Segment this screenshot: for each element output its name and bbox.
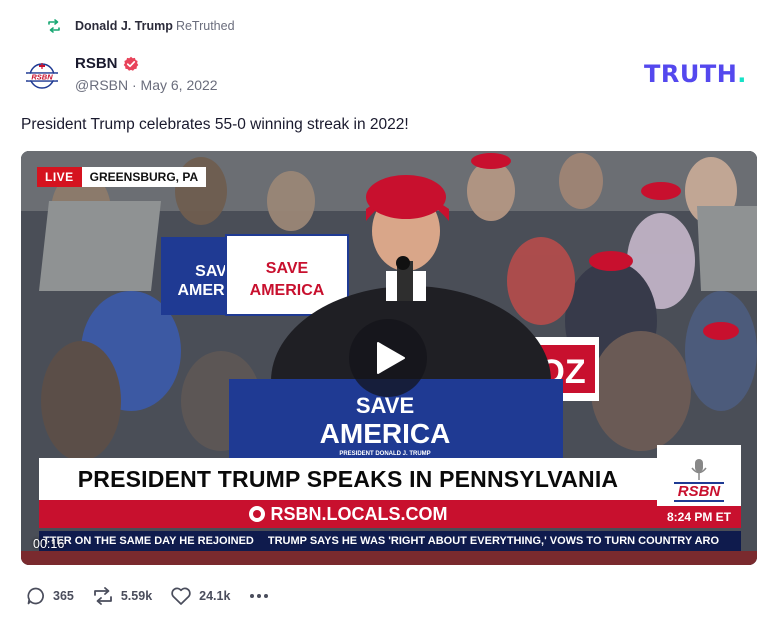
ticker-item-1: TTER ON THE SAME DAY HE REJOINED <box>43 535 254 547</box>
retruth-header: Donald J. Trump ReTruthed <box>46 18 235 34</box>
svg-text:AMER: AMER <box>177 282 225 299</box>
post-actions: 365 5.59k 24.1k <box>26 586 288 606</box>
post-author: RSBN @RSBN · May 6, 2022 <box>75 55 218 93</box>
sign-america-text: AMERICA <box>250 282 325 299</box>
video-url-text: RSBN.LOCALS.COM <box>270 503 448 524</box>
live-tag: LIVE GREENSBURG, PA <box>37 167 207 187</box>
truth-logo-text: TRUTH <box>644 60 738 88</box>
truth-logo[interactable]: TRUTH. <box>644 60 747 88</box>
location-label: GREENSBURG, PA <box>81 167 207 187</box>
retruth-action-label: ReTruthed <box>175 19 235 33</box>
more-icon <box>250 594 269 598</box>
broadcast-time: 8:24 PM ET <box>657 506 741 528</box>
author-handle-date[interactable]: @RSBN · May 6, 2022 <box>75 77 218 93</box>
more-options-button[interactable] <box>248 586 270 606</box>
sign-save-text: SAVE <box>266 260 309 277</box>
comment-icon <box>27 587 44 605</box>
podium-line2: AMERICA <box>320 418 451 449</box>
video-player[interactable]: SAV AMER SAVE AMERICA OZ SAVE AMERICA PR… <box>21 151 757 565</box>
rsbn-video-logo: RSBN <box>657 445 741 506</box>
avatar[interactable]: RSBN <box>22 56 62 96</box>
locals-icon <box>248 506 265 522</box>
retruth-button[interactable]: 5.59k <box>92 586 152 606</box>
like-count: 24.1k <box>199 589 231 603</box>
rsbn-avatar-logo: RSBN <box>26 63 58 89</box>
retruth-icon <box>93 587 112 605</box>
video-timestamp: 00:16 <box>33 537 65 551</box>
play-button[interactable] <box>349 319 427 397</box>
author-name[interactable]: RSBN <box>75 55 118 72</box>
post-text: President Trump celebrates 55-0 winning … <box>21 116 409 133</box>
retruth-icon <box>48 19 60 33</box>
truth-logo-dot: . <box>737 60 747 88</box>
sign-blue-save-text: SAV <box>195 263 227 280</box>
ticker-item-2: TRUMP SAYS HE WAS 'RIGHT ABOUT EVERYTHIN… <box>267 535 720 547</box>
retruth-user-name[interactable]: Donald J. Trump <box>75 19 173 33</box>
retruth-count: 5.59k <box>120 589 153 603</box>
video-url-banner: RSBN.LOCALS.COM <box>39 500 657 528</box>
rsbn-video-logo-text: RSBN <box>673 482 725 502</box>
verified-badge-icon <box>123 56 138 71</box>
video-headline-banner: PRESIDENT TRUMP SPEAKS IN PENNSYLVANIA <box>39 458 657 500</box>
podium-line3: PRESIDENT DONALD J. TRUMP <box>339 451 430 457</box>
like-button[interactable]: 24.1k <box>170 586 230 606</box>
news-ticker: TTER ON THE SAME DAY HE REJOINED TRUMP S… <box>39 531 741 551</box>
live-label: LIVE <box>37 167 82 187</box>
play-icon <box>377 342 405 374</box>
reply-button[interactable]: 365 <box>26 586 74 606</box>
microphone-icon <box>691 459 707 480</box>
avatar-text: RSBN <box>31 73 53 82</box>
heart-icon <box>171 587 191 605</box>
reply-count: 365 <box>53 589 74 603</box>
